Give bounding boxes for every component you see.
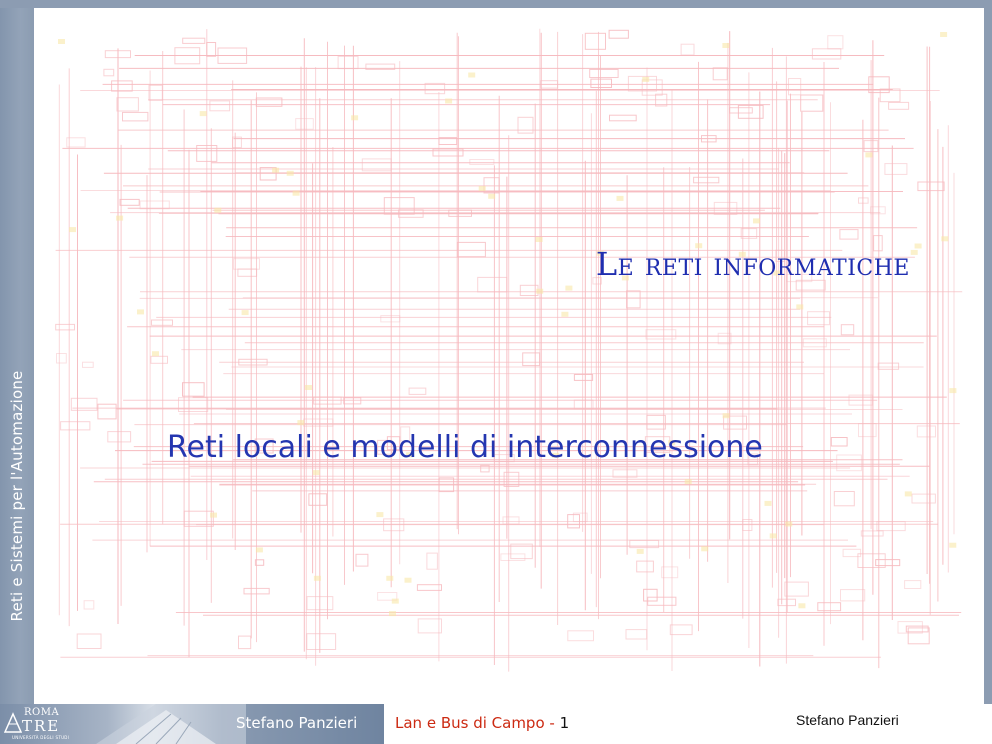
slide-subtitle: Reti locali e modelli di interconnession…: [167, 430, 763, 465]
right-border: [984, 8, 992, 704]
slide-canvas: Le reti informatiche Reti locali e model…: [34, 8, 984, 704]
page-number: 1: [559, 714, 570, 732]
logo-tre-text: TRE: [22, 717, 61, 735]
circuit-background-image: [55, 28, 963, 672]
footer-author-right: Stefano Panzieri: [796, 712, 899, 728]
footer-separator: -: [549, 714, 555, 732]
logo-university-text: UNIVERSITÀ DEGLI STUDI: [12, 735, 70, 740]
top-border: [0, 0, 992, 8]
slide-title: Le reti informatiche: [595, 245, 910, 283]
pyramid-icon: [4, 712, 22, 733]
footer: ROMA TRE UNIVERSITÀ DEGLI STUDI Stefano …: [0, 704, 992, 744]
footer-brand-band: ROMA TRE UNIVERSITÀ DEGLI STUDI Stefano …: [0, 704, 384, 744]
sidebar: Reti e Sistemi per l'Automazione: [0, 8, 34, 704]
roma-tre-logo: ROMA TRE UNIVERSITÀ DEGLI STUDI: [4, 707, 74, 741]
footer-slide-label: Lan e Bus di Campo - 1: [395, 714, 569, 732]
footer-author-left: Stefano Panzieri: [236, 714, 358, 732]
sidebar-vertical-title: Reti e Sistemi per l'Automazione: [8, 370, 26, 622]
footer-course-name: Lan e Bus di Campo: [395, 714, 545, 732]
building-photo: [96, 704, 246, 744]
